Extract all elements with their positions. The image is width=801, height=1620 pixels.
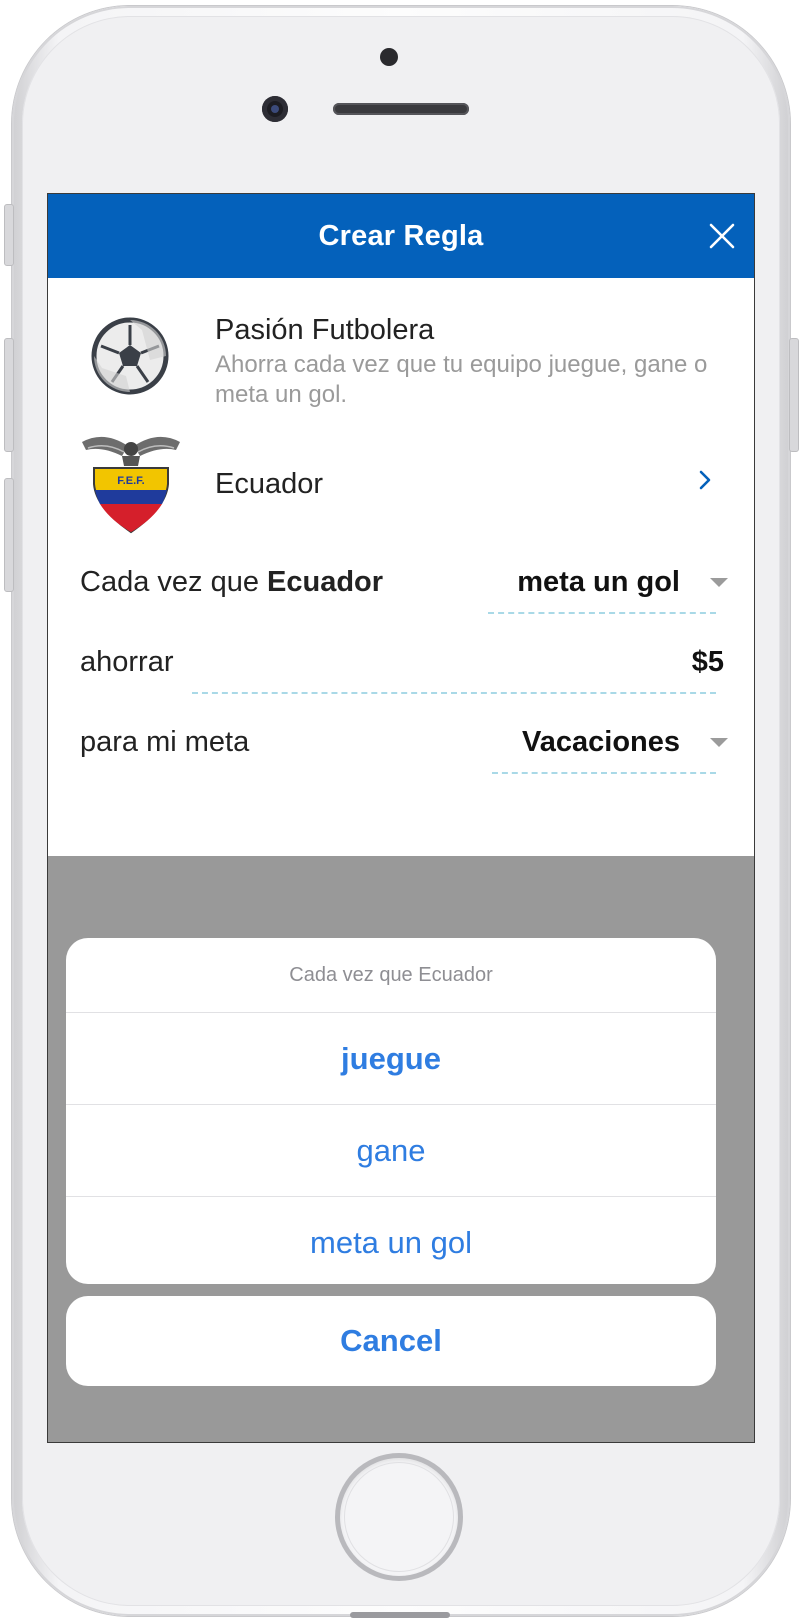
app-screen: Crear Regla Pasión Futbolera Ahorra cada…	[47, 193, 755, 1443]
header-bar: Crear Regla	[48, 194, 754, 278]
mute-switch	[4, 204, 14, 266]
trigger-label: Cada vez que Ecuador	[80, 566, 383, 599]
trigger-label-team: Ecuador	[267, 566, 384, 598]
trigger-row: Cada vez que Ecuador meta un gol	[48, 550, 754, 630]
goal-dropdown[interactable]: Vacaciones	[522, 726, 680, 759]
option-gane[interactable]: gane	[66, 1105, 716, 1197]
modal-overlay[interactable]: Cada vez que Ecuador juegue gane meta un…	[48, 856, 754, 1442]
volume-up-button	[4, 338, 14, 452]
chevron-right-icon	[699, 470, 711, 490]
goal-row: para mi meta Vacaciones	[48, 710, 754, 790]
team-name: Ecuador	[215, 468, 324, 500]
goal-underline	[492, 772, 716, 774]
amount-input[interactable]: $5	[692, 646, 724, 679]
amount-row: ahorrar $5	[48, 630, 754, 710]
action-sheet: Cada vez que Ecuador juegue gane meta un…	[66, 938, 716, 1284]
earpiece-speaker	[333, 103, 469, 115]
rule-summary: Pasión Futbolera Ahorra cada vez que tu …	[48, 290, 754, 408]
rule-title: Pasión Futbolera	[215, 314, 435, 346]
rule-description: Ahorra cada vez que tu equipo juegue, ga…	[215, 351, 708, 408]
close-button[interactable]	[702, 216, 742, 256]
amount-label: ahorrar	[80, 646, 174, 678]
cancel-button[interactable]: Cancel	[66, 1296, 716, 1386]
caret-down-icon[interactable]	[710, 738, 728, 747]
amount-underline	[192, 692, 716, 694]
lightning-port	[350, 1612, 450, 1618]
home-button[interactable]	[340, 1458, 458, 1576]
page-title: Crear Regla	[318, 220, 484, 252]
option-meta-un-gol[interactable]: meta un gol	[66, 1197, 716, 1284]
volume-down-button	[4, 478, 14, 592]
ecuador-crest-icon: F.E.F.	[82, 436, 180, 534]
trigger-dropdown[interactable]: meta un gol	[517, 566, 680, 599]
close-icon	[709, 223, 735, 249]
power-button	[789, 338, 799, 452]
action-sheet-title: Cada vez que Ecuador	[66, 938, 716, 1013]
caret-down-icon[interactable]	[710, 578, 728, 587]
team-selector[interactable]: F.E.F. Ecuador	[48, 432, 754, 540]
goal-label: para mi meta	[80, 726, 250, 758]
front-camera	[262, 96, 288, 122]
soccer-ball-icon	[91, 317, 169, 395]
proximity-sensor	[380, 48, 398, 66]
trigger-underline	[488, 612, 716, 614]
option-juegue[interactable]: juegue	[66, 1013, 716, 1105]
crest-text: F.E.F.	[117, 475, 145, 487]
trigger-label-prefix: Cada vez que	[80, 566, 259, 598]
